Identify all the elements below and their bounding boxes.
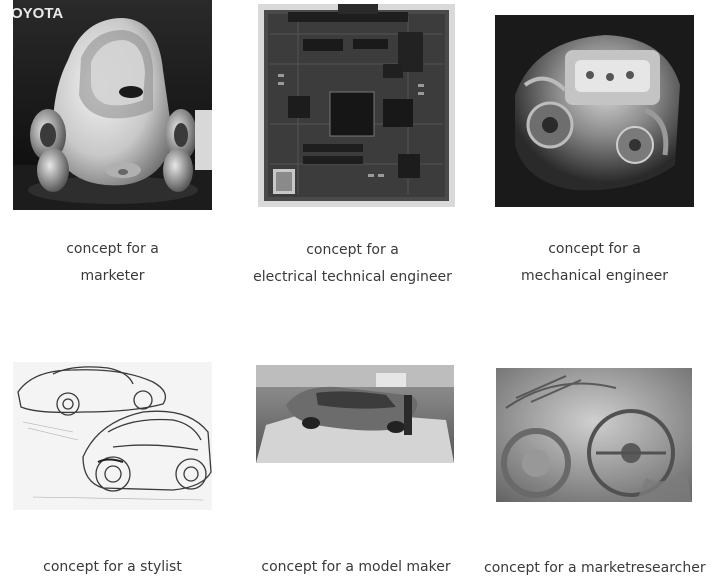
caption-marketer: concept for a marketer: [13, 236, 212, 290]
caption-line: concept for a marketresearcher: [484, 560, 706, 576]
caption-line: concept for a: [306, 242, 399, 258]
circuit-board-image: [258, 4, 455, 207]
caption-line: concept for a: [66, 241, 159, 257]
market-research-graphic: [496, 368, 692, 502]
engine-graphic: [495, 15, 694, 207]
caption-electrical-engineer: concept for a electrical technical engin…: [250, 237, 455, 291]
car-sketch-graphic: [13, 362, 212, 510]
car-model-image: [256, 365, 454, 463]
caption-model-maker: concept for a model maker: [250, 554, 462, 581]
caption-line: marketer: [80, 268, 145, 284]
caption-stylist: concept for a stylist: [13, 554, 212, 581]
car-model-graphic: [256, 365, 454, 463]
caption-line: concept for a: [548, 241, 641, 257]
concept-car-image: OYOTA: [13, 0, 212, 210]
caption-line: concept for a stylist: [43, 559, 182, 575]
caption-line: electrical technical engineer: [253, 269, 452, 285]
circuit-board-graphic: [258, 4, 455, 207]
caption-marketresearcher: concept for a marketresearcher: [484, 555, 706, 582]
car-sketch-image: [13, 362, 212, 510]
market-research-image: [496, 368, 692, 502]
caption-line: concept for a model maker: [261, 559, 451, 575]
brand-text: OYOTA: [13, 5, 63, 22]
caption-mechanical-engineer: concept for a mechanical engineer: [495, 236, 694, 290]
concept-car-graphic: OYOTA: [13, 0, 212, 210]
caption-line: mechanical engineer: [521, 268, 668, 284]
engine-image: [495, 15, 694, 207]
